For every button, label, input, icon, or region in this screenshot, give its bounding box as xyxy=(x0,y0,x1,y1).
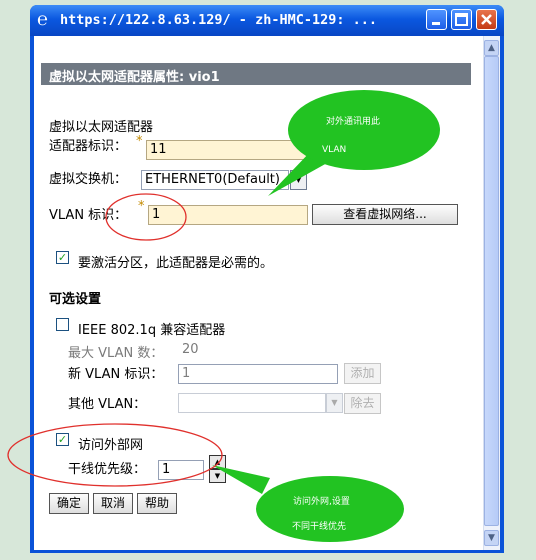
callout-text: VLAN xyxy=(322,145,347,155)
callout-bubble xyxy=(256,476,404,542)
annotation-overlay xyxy=(7,90,440,542)
callout-text: 对外通讯用此 xyxy=(326,117,381,127)
callout-text: 不同干线优先 xyxy=(292,522,347,532)
highlight-ellipse xyxy=(105,193,187,241)
callout-bubble xyxy=(288,90,440,170)
callout-text: 访问外网,设置 xyxy=(293,497,350,507)
highlight-ellipse xyxy=(7,423,223,487)
callout-pointer xyxy=(212,465,270,494)
